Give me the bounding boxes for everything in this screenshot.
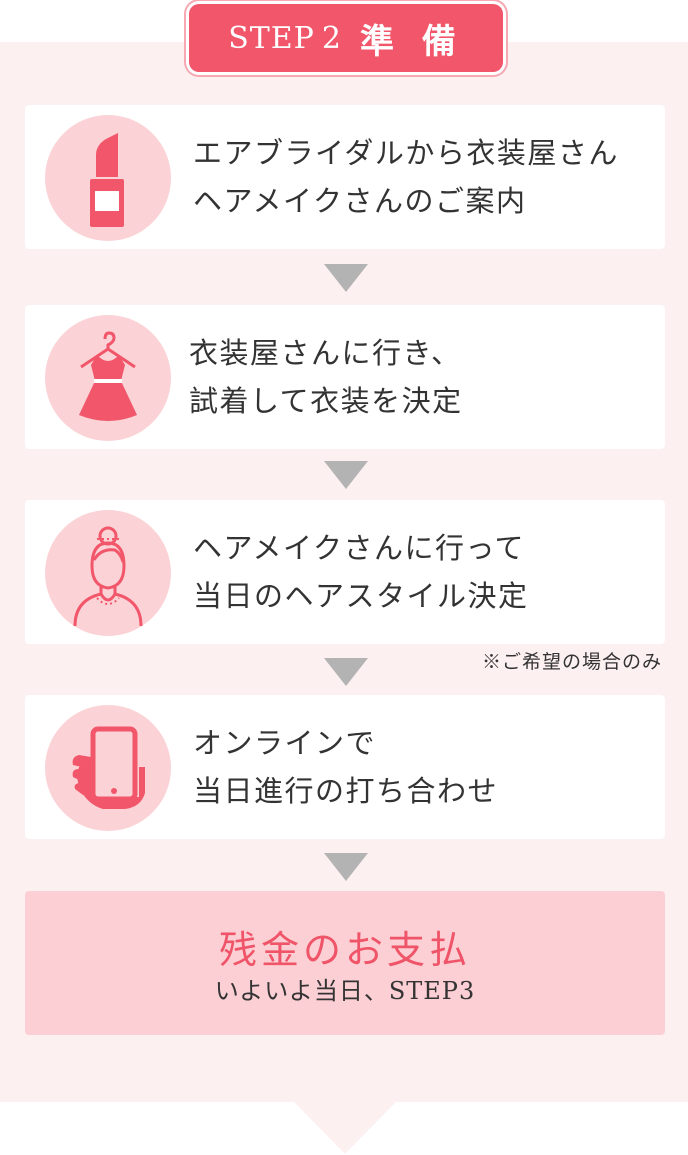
step-text: オンラインで 当日進行の打ち合わせ (193, 695, 655, 839)
step-title: 準 備 (359, 21, 464, 62)
bride-icon (73, 526, 143, 627)
step-card-3: ヘアメイクさんに行って 当日のヘアスタイル決定 (25, 500, 665, 644)
icon-circle (45, 315, 171, 441)
dress-icon (79, 331, 137, 421)
icon-circle (45, 705, 171, 831)
step-text: ヘアメイクさんに行って 当日のヘアスタイル決定 (193, 500, 655, 644)
icon-circle (45, 510, 171, 636)
smartphone-icon (72, 726, 145, 809)
step-line-1: エアブライダルから衣装屋さん (193, 136, 619, 170)
bottom-arrow (294, 1102, 396, 1154)
icon-circle (45, 115, 171, 241)
step-line-1: 衣装屋さんに行き、 (189, 336, 462, 370)
arrow-down-icon (324, 461, 368, 489)
step-card-1: エアブライダルから衣装屋さん ヘアメイクさんのご案内 (25, 105, 665, 249)
final-payment-box: 残金のお支払 いよいよ当日、STEP3 (25, 891, 665, 1035)
step-line-2: 当日のヘアスタイル決定 (193, 579, 529, 613)
arrow-down-icon (324, 264, 368, 292)
step-text: エアブライダルから衣装屋さん ヘアメイクさんのご案内 (193, 105, 655, 249)
step-line-1: ヘアメイクさんに行って (193, 531, 526, 565)
step-line-1: オンラインで (193, 726, 377, 760)
final-title: 残金のお支払 (218, 928, 471, 972)
step-card-4: オンラインで 当日進行の打ち合わせ (25, 695, 665, 839)
note-text: ※ご希望の場合のみ (481, 651, 662, 673)
step-line-2: 当日進行の打ち合わせ (193, 774, 499, 808)
step-card-2: 衣装屋さんに行き、 試着して衣装を決定 (25, 305, 665, 449)
step-text: 衣装屋さんに行き、 試着して衣装を決定 (189, 305, 655, 449)
step-line-2: ヘアメイクさんのご案内 (193, 184, 527, 218)
step-line-2: 試着して衣装を決定 (189, 384, 463, 418)
final-subtitle: いよいよ当日、STEP3 (214, 977, 476, 1005)
step-label: STEP 2 (228, 20, 342, 56)
arrow-down-icon (324, 853, 368, 881)
lipstick-icon (90, 133, 124, 227)
step-badge: STEP 2 準 備 (189, 4, 503, 72)
arrow-down-icon (324, 658, 368, 686)
